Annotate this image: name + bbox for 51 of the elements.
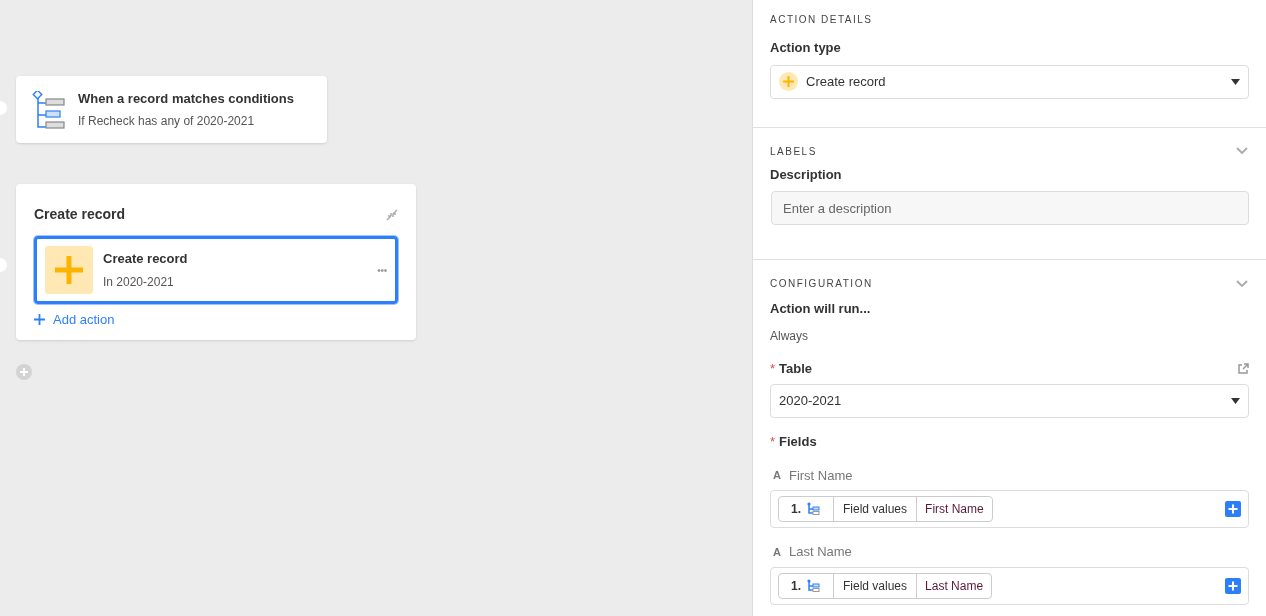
section-heading: ACTION DETAILS — [770, 13, 874, 27]
field-name-label: Last Name — [788, 543, 852, 561]
table-select[interactable]: 2020-2021 — [770, 384, 1249, 418]
run-condition-text: Always — [770, 327, 809, 345]
action-subtitle: In 2020-2021 — [103, 273, 175, 291]
required-asterisk: * — [770, 433, 776, 451]
field-value-input[interactable]: 1. Field values Last Name — [770, 566, 1249, 605]
token-source: Field values — [834, 497, 918, 521]
condition-tree-icon — [32, 90, 66, 129]
external-link-icon[interactable] — [1238, 362, 1249, 374]
field-name-label: First Name — [788, 466, 853, 485]
token-source: Field values — [834, 573, 918, 598]
add-action-link[interactable]: Add action — [34, 310, 115, 330]
trigger-card[interactable]: When a record matches conditions If Recheck has any of 2020-2021 — [16, 76, 327, 143]
field-label: Fields — [779, 433, 817, 451]
token-pill[interactable]: 1. Field values First Name — [778, 496, 993, 522]
action-card[interactable]: Create record In 2020-2021 ••• — [34, 236, 398, 304]
trigger-title: When a record matches conditions — [78, 89, 294, 108]
field-label: Action type — [770, 39, 842, 57]
token-pill[interactable]: 1. Field values Last Name — [778, 572, 993, 599]
section-heading: LABELS — [770, 144, 817, 159]
text-type-glyph: A — [773, 544, 781, 560]
plus-tile-icon — [45, 246, 93, 294]
plus-icon — [34, 314, 45, 326]
condition-tree-icon — [807, 578, 821, 593]
token-field: Last Name — [917, 573, 992, 598]
dropdown-caret-icon — [1231, 78, 1240, 85]
field-label: Action will run... — [770, 300, 872, 318]
required-asterisk: * — [770, 359, 776, 378]
step-number: 1. — [791, 577, 801, 595]
trigger-subtitle: If Recheck has any of 2020-2021 — [78, 113, 256, 131]
add-token-button-icon[interactable] — [1225, 501, 1241, 517]
field-label: Table — [779, 359, 813, 378]
description-field[interactable]: Enter a description — [771, 191, 1249, 225]
plus-circle-icon — [779, 72, 798, 91]
add-step-icon[interactable] — [16, 364, 32, 380]
text-type-glyph: A — [773, 468, 781, 483]
token-field: First Name — [917, 497, 992, 521]
collapse-arrows-icon[interactable] — [386, 208, 398, 221]
chevron-icon[interactable] — [1235, 278, 1249, 289]
action-title: Create record — [103, 250, 189, 269]
section-heading: CONFIGURATION — [770, 277, 873, 291]
field-value-input[interactable]: 1. Field values First Name — [770, 490, 1249, 528]
action-type-select[interactable]: Create record — [770, 64, 1249, 99]
field-label: Description — [770, 165, 843, 184]
add-token-button-icon[interactable] — [1225, 577, 1241, 594]
dropdown-caret-icon — [1231, 398, 1240, 404]
group-title: Create record — [34, 205, 126, 224]
chevron-icon[interactable] — [1235, 146, 1249, 156]
condition-tree-icon — [807, 502, 821, 516]
step-number: 1. — [791, 501, 801, 518]
